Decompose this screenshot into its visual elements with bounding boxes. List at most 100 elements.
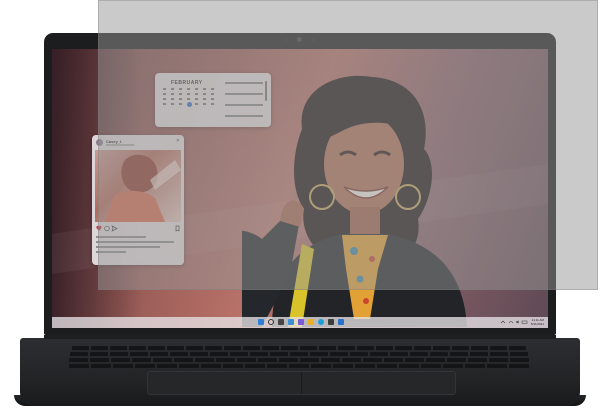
calendar-event[interactable] bbox=[225, 82, 263, 84]
keyboard-key[interactable] bbox=[470, 352, 488, 357]
keyboard-key[interactable] bbox=[426, 358, 445, 363]
keyboard[interactable] bbox=[58, 346, 540, 370]
keyboard-key[interactable] bbox=[342, 358, 361, 363]
calendar-day[interactable] bbox=[163, 93, 166, 95]
keyboard-key[interactable] bbox=[350, 352, 368, 357]
taskbar-clock[interactable]: 11:11 AM 5/11/2021 bbox=[531, 318, 544, 326]
keyboard-key[interactable] bbox=[270, 352, 288, 357]
calendar-day[interactable] bbox=[203, 93, 206, 95]
keyboard-key[interactable] bbox=[279, 358, 298, 363]
calendar-day[interactable] bbox=[203, 98, 206, 100]
calendar-day[interactable] bbox=[211, 103, 214, 105]
calendar-day[interactable] bbox=[163, 88, 166, 90]
calendar-day[interactable] bbox=[171, 93, 174, 95]
keyboard-key[interactable] bbox=[405, 358, 424, 363]
chat-icon[interactable] bbox=[298, 319, 304, 325]
keyboard-key[interactable] bbox=[510, 358, 529, 363]
keyboard-key[interactable] bbox=[465, 364, 485, 369]
calendar-day[interactable] bbox=[195, 93, 198, 95]
keyboard-key[interactable] bbox=[148, 346, 165, 351]
keyboard-key[interactable] bbox=[290, 352, 308, 357]
close-icon[interactable]: ✕ bbox=[176, 138, 180, 144]
calendar-event[interactable] bbox=[225, 104, 263, 106]
keyboard-key[interactable] bbox=[224, 346, 241, 351]
keyboard-key[interactable] bbox=[399, 364, 419, 369]
windows-start-icon[interactable] bbox=[258, 319, 264, 325]
calendar-event[interactable] bbox=[225, 115, 263, 117]
avatar[interactable] bbox=[96, 139, 103, 146]
keyboard-key[interactable] bbox=[190, 352, 208, 357]
file-explorer-icon[interactable] bbox=[308, 319, 314, 325]
keyboard-key[interactable] bbox=[90, 352, 108, 357]
keyboard-key[interactable] bbox=[130, 352, 148, 357]
calendar-day[interactable] bbox=[187, 98, 190, 100]
keyboard-key[interactable] bbox=[179, 364, 199, 369]
keyboard-key[interactable] bbox=[170, 352, 188, 357]
calendar-day[interactable] bbox=[195, 103, 198, 105]
system-tray[interactable] bbox=[500, 320, 528, 324]
keyboard-key[interactable] bbox=[468, 358, 487, 363]
calendar-day[interactable] bbox=[179, 98, 182, 100]
keyboard-key[interactable] bbox=[433, 346, 450, 351]
keyboard-key[interactable] bbox=[132, 358, 151, 363]
instagram-widget[interactable]: Casey_t ✕ bbox=[92, 135, 184, 265]
keyboard-key[interactable] bbox=[319, 346, 336, 351]
keyboard-key[interactable] bbox=[414, 346, 431, 351]
touchpad[interactable] bbox=[147, 371, 456, 395]
keyboard-key[interactable] bbox=[91, 346, 108, 351]
keyboard-key[interactable] bbox=[487, 364, 507, 369]
keyboard-key[interactable] bbox=[410, 352, 428, 357]
keyboard-key[interactable] bbox=[150, 352, 168, 357]
calendar-day[interactable] bbox=[179, 93, 182, 95]
keyboard-key[interactable] bbox=[69, 358, 88, 363]
keyboard-key[interactable] bbox=[443, 364, 463, 369]
keyboard-key[interactable] bbox=[510, 352, 528, 357]
mail-icon[interactable] bbox=[338, 319, 344, 325]
keyboard-key[interactable] bbox=[489, 358, 508, 363]
calendar-day[interactable] bbox=[203, 103, 206, 105]
keyboard-key[interactable] bbox=[205, 346, 222, 351]
calendar-widget[interactable]: FEBRUARY bbox=[155, 73, 271, 127]
keyboard-key[interactable] bbox=[111, 358, 130, 363]
keyboard-key[interactable] bbox=[201, 364, 221, 369]
keyboard-key[interactable] bbox=[395, 346, 412, 351]
keyboard-key[interactable] bbox=[110, 352, 128, 357]
keyboard-key[interactable] bbox=[113, 364, 133, 369]
keyboard-key[interactable] bbox=[110, 346, 127, 351]
calendar-day[interactable] bbox=[171, 103, 174, 105]
calendar-day[interactable] bbox=[211, 98, 214, 100]
calendar-day[interactable] bbox=[211, 88, 214, 90]
calendar-day[interactable] bbox=[179, 88, 182, 90]
keyboard-key[interactable] bbox=[300, 346, 317, 351]
keyboard-key[interactable] bbox=[70, 352, 88, 357]
keyboard-key[interactable] bbox=[363, 358, 382, 363]
keyboard-key[interactable] bbox=[237, 358, 256, 363]
calendar-day[interactable] bbox=[195, 98, 198, 100]
calendar-day[interactable] bbox=[203, 88, 206, 90]
keyboard-key[interactable] bbox=[471, 346, 488, 351]
keyboard-key[interactable] bbox=[216, 358, 235, 363]
keyboard-key[interactable] bbox=[72, 346, 89, 351]
keyboard-key[interactable] bbox=[153, 358, 172, 363]
keyboard-key[interactable] bbox=[174, 358, 193, 363]
keyboard-key[interactable] bbox=[430, 352, 448, 357]
keyboard-key[interactable] bbox=[447, 358, 466, 363]
keyboard-key[interactable] bbox=[135, 364, 155, 369]
keyboard-key[interactable] bbox=[281, 346, 298, 351]
keyboard-key[interactable] bbox=[91, 364, 111, 369]
keyboard-key[interactable] bbox=[333, 364, 353, 369]
calendar-day-selected[interactable] bbox=[187, 102, 192, 107]
calendar-day[interactable] bbox=[179, 103, 182, 105]
keyboard-key[interactable] bbox=[321, 358, 340, 363]
keyboard-key[interactable] bbox=[330, 352, 348, 357]
calendar-day[interactable] bbox=[195, 88, 198, 90]
keyboard-key[interactable] bbox=[90, 358, 109, 363]
keyboard-key[interactable] bbox=[490, 352, 508, 357]
calendar-day[interactable] bbox=[171, 88, 174, 90]
calendar-day[interactable] bbox=[163, 98, 166, 100]
keyboard-key[interactable] bbox=[355, 364, 375, 369]
keyboard-key[interactable] bbox=[258, 358, 277, 363]
keyboard-key[interactable] bbox=[509, 346, 526, 351]
widgets-icon[interactable] bbox=[288, 319, 294, 325]
keyboard-key[interactable] bbox=[129, 346, 146, 351]
